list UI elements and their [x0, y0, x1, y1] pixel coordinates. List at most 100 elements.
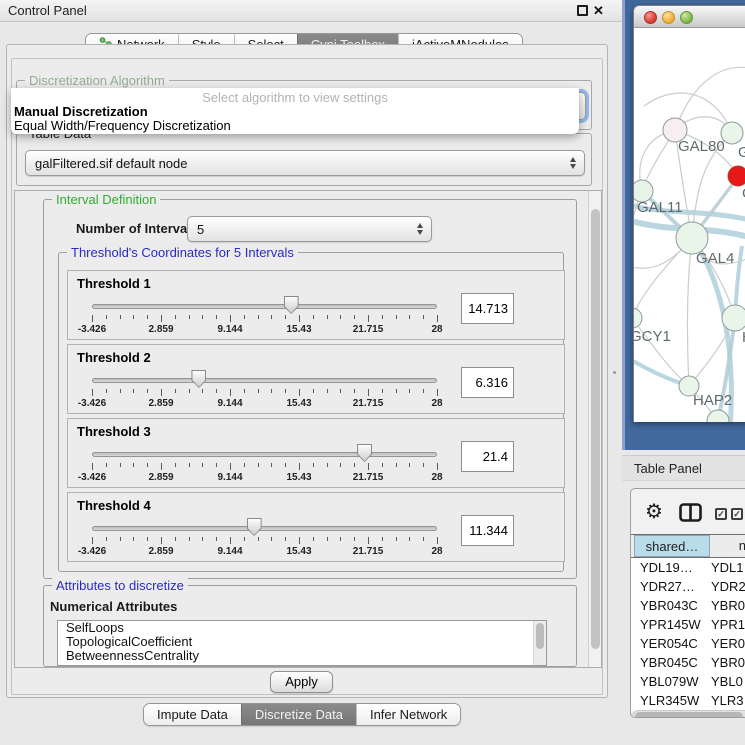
zoom-traffic-icon[interactable] [680, 11, 693, 24]
cell-shared-name: YLR345W [631, 691, 707, 710]
threshold-value-field[interactable]: 21.4 [461, 441, 514, 472]
network-edge[interactable] [675, 67, 745, 130]
minimize-traffic-icon[interactable] [662, 11, 675, 24]
dropdown-option-manual-discretization[interactable]: Manual Discretization [11, 105, 579, 119]
slider-minor-tick [120, 537, 121, 541]
slider-minor-tick [313, 315, 314, 319]
threshold-value-field[interactable]: 6.316 [461, 367, 514, 398]
table-row[interactable]: YER054CYER0 [631, 634, 745, 653]
table-row[interactable]: YDR27…YDR2 [631, 577, 745, 596]
network-node-ga[interactable] [721, 122, 743, 144]
table-row[interactable]: YBL079WYBL0 [631, 672, 745, 691]
tab-label: Discretize Data [255, 707, 343, 722]
slider-track[interactable] [92, 304, 437, 309]
thresholds-groupbox: Threshold's Coordinates for 5 Intervals … [58, 252, 564, 572]
numerical-attributes-list[interactable]: SelfLoopsTopologicalCoefficientBetweenne… [57, 620, 547, 666]
table-horizontal-scrollbar[interactable] [632, 710, 745, 718]
threshold-label: Threshold 3 [77, 424, 151, 439]
close-traffic-icon[interactable] [644, 11, 657, 24]
float-window-icon[interactable] [577, 5, 588, 16]
attribute-item-topologicalcoefficient[interactable]: TopologicalCoefficient [58, 635, 546, 649]
table-row[interactable]: YLR345WYLR3 [631, 691, 745, 710]
cell-name: YDR2 [707, 577, 745, 596]
table-data-combobox[interactable]: galFiltered.sif default node [25, 150, 585, 176]
slider-minor-tick [106, 389, 107, 393]
network-node-c[interactable] [728, 166, 745, 186]
gear-icon[interactable]: ⚙ [645, 501, 663, 523]
slider-minor-tick [409, 463, 410, 467]
network-window-titlebar[interactable] [633, 5, 745, 28]
table-row[interactable]: YBR045CYBR0 [631, 653, 745, 672]
slider-minor-tick [189, 315, 190, 319]
slider-handle[interactable] [247, 518, 262, 536]
cell-name: YDL1 [707, 558, 744, 577]
apply-button[interactable]: Apply [270, 671, 333, 693]
slider-minor-tick [133, 315, 134, 319]
threshold-label: Threshold 2 [77, 350, 151, 365]
table-header-row: shared… na [631, 534, 745, 558]
threshold-label: Threshold 4 [77, 498, 151, 513]
threshold-value-field[interactable]: 14.713 [461, 293, 514, 324]
num-intervals-combobox[interactable]: 5 [187, 216, 432, 242]
table-panel-title: Table Panel [634, 461, 702, 476]
close-panel-icon[interactable]: ✕ [593, 5, 604, 17]
slider-minor-tick [327, 389, 328, 393]
slider-minor-tick [258, 463, 259, 467]
split-view-icon[interactable] [679, 503, 702, 525]
slider-major-tick [92, 463, 93, 470]
slider-major-tick [368, 463, 369, 470]
table-panel: ⚙ ✓ ✓ shared… na YDL19…YDL1YDR27…YDR2YBR… [630, 488, 745, 718]
tab-impute-data[interactable]: Impute Data [144, 704, 241, 725]
attribute-item-betweennesscentrality[interactable]: BetweennessCentrality [58, 649, 546, 663]
slider-handle[interactable] [191, 370, 206, 388]
tab-discretize-data[interactable]: Discretize Data [241, 704, 356, 725]
bottom-tab-bar: Impute Data Discretize Data Infer Network [143, 703, 461, 726]
threshold-value-field[interactable]: 11.344 [461, 515, 514, 546]
scrollbar-thumb[interactable] [635, 712, 743, 718]
network-node-gcy1[interactable] [634, 308, 642, 328]
network-edge[interactable] [644, 93, 732, 133]
slider-handle[interactable] [284, 296, 299, 314]
slider-minor-tick [244, 389, 245, 393]
slider-minor-tick [313, 463, 314, 467]
slider-minor-tick [271, 315, 272, 319]
settings-scroll-area: Interval Definition Number of Intervals … [14, 190, 602, 668]
slider-scale-label: 15.43 [286, 472, 311, 483]
network-canvas[interactable]: GAL80GACGAL11GAL4GCY1HHAP2 [633, 28, 745, 422]
tab-label: Impute Data [157, 707, 228, 722]
network-node-label: HAP2 [693, 392, 732, 409]
tab-infer-network[interactable]: Infer Network [356, 704, 460, 725]
cell-name: YBL0 [707, 672, 743, 691]
slider-track[interactable] [92, 526, 437, 531]
slider-minor-tick [327, 463, 328, 467]
table-row[interactable]: YPR145WYPR1 [631, 615, 745, 634]
slider-major-tick [230, 463, 231, 470]
table-row[interactable]: YBR043CYBR0 [631, 596, 745, 615]
combo-arrows-icon [570, 157, 576, 169]
select-columns-icon[interactable]: ✓ [715, 508, 727, 520]
table-row[interactable]: YDL19…YDL1 [631, 558, 745, 577]
attributes-list-scrollbar[interactable] [533, 621, 546, 665]
network-edge[interactable] [687, 238, 692, 386]
slider-track[interactable] [92, 378, 437, 383]
slider-track[interactable] [92, 452, 437, 457]
network-node-h[interactable] [722, 305, 745, 331]
slider-minor-tick [396, 463, 397, 467]
settings-vertical-scrollbar[interactable] [588, 191, 601, 667]
select-all-columns-icon[interactable]: ✓ [731, 508, 743, 520]
slider-minor-tick [409, 537, 410, 541]
dropdown-option-equal-width-frequency-discretization[interactable]: Equal Width/Frequency Discretization [11, 119, 579, 133]
slider-minor-tick [120, 315, 121, 319]
dropdown-hint-item[interactable]: Select algorithm to view settings [11, 90, 579, 105]
cell-shared-name: YPR145W [631, 615, 707, 634]
threshold-panel-4: Threshold 4-3.4262.8599.14415.4321.71528… [67, 492, 565, 562]
threshold-panel-1: Threshold 1-3.4262.8599.14415.4321.71528… [67, 270, 565, 340]
column-header-shared-name[interactable]: shared… [634, 535, 710, 557]
slider-handle[interactable] [357, 444, 372, 462]
column-header-name[interactable]: na [711, 535, 745, 557]
cell-name: YBR0 [707, 596, 745, 615]
slider-minor-tick [189, 389, 190, 393]
scrollbar-thumb[interactable] [591, 209, 600, 649]
splitter-handle[interactable] [613, 371, 616, 374]
attribute-item-selfloops[interactable]: SelfLoops [58, 621, 546, 635]
